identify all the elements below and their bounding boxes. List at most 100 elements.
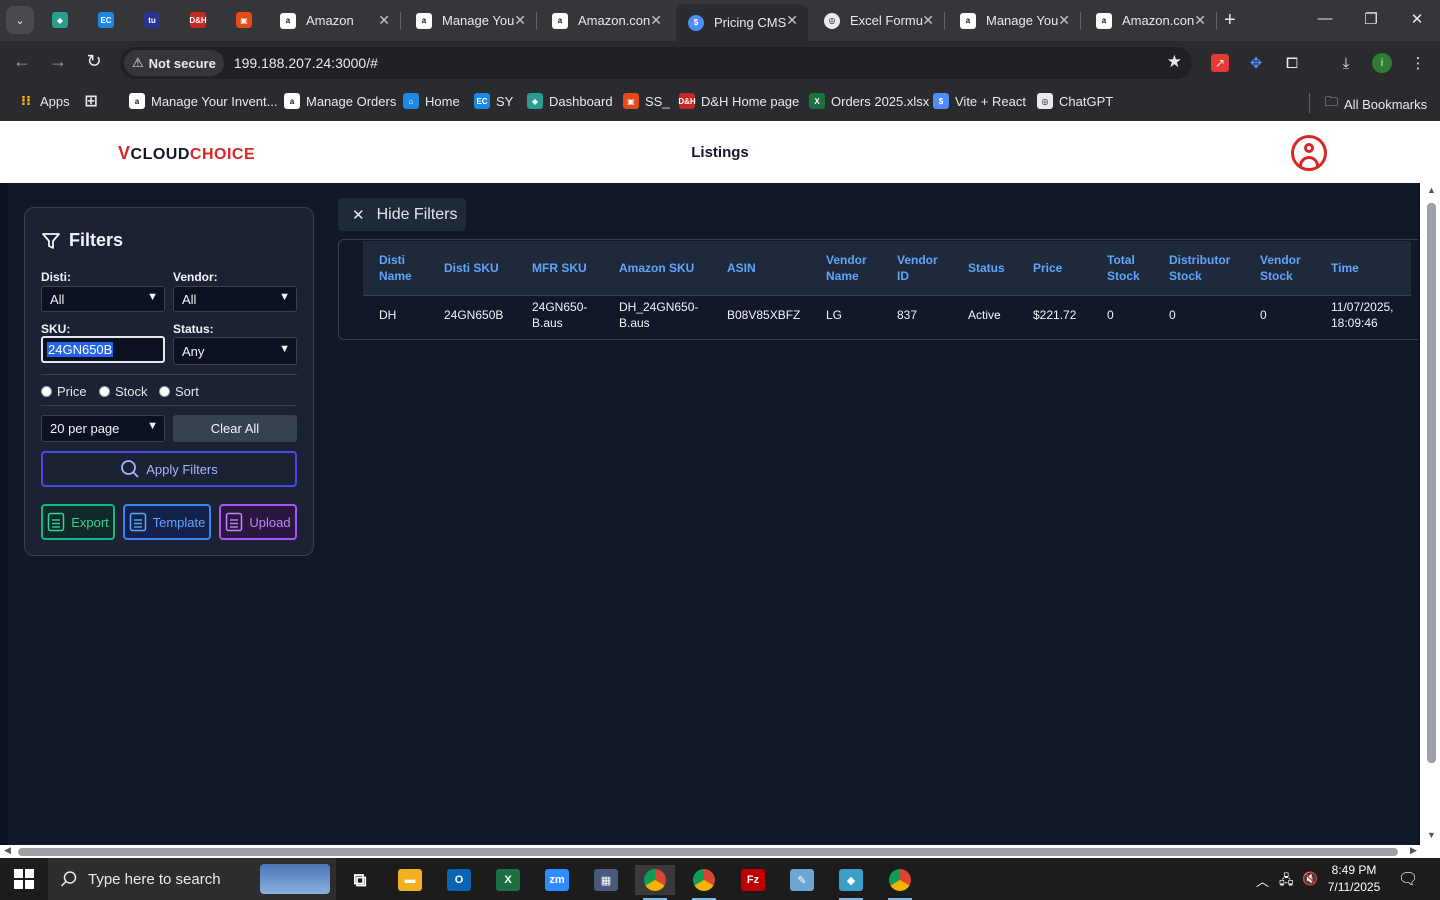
close-tab-icon[interactable]: ✕ (1058, 12, 1070, 29)
restore-button[interactable]: ❐ (1348, 10, 1394, 28)
bookmark-item[interactable]: ◎ ChatGPT (1037, 93, 1113, 109)
taskbar-app[interactable]: ◆ (831, 865, 871, 900)
vertical-scroll-thumb[interactable] (1427, 203, 1436, 763)
scroll-up-arrow-icon[interactable]: ▲ (1427, 185, 1436, 195)
sort-stock-radio[interactable]: Stock (99, 384, 148, 399)
bookmark-star-icon[interactable]: ★ (1167, 52, 1182, 72)
sort-radio[interactable]: Sort (159, 384, 199, 399)
security-chip[interactable]: ⚠ Not secure (124, 50, 224, 76)
user-account-icon[interactable] (1291, 135, 1327, 171)
browser-tab[interactable]: a Amazon.con ✕ (540, 4, 672, 37)
column-header[interactable]: Distributor Stock (1153, 241, 1244, 296)
volume-muted-icon[interactable]: 🔇 (1302, 871, 1318, 887)
reload-button[interactable]: ↻ (82, 51, 106, 72)
tab-search-button[interactable]: ⌄ (6, 6, 34, 34)
bookmark-item[interactable]: ⊞ (83, 93, 105, 110)
horizontal-scrollbar[interactable]: ◀ ▶ (0, 845, 1440, 858)
vertical-scrollbar[interactable]: ▲ ▼ (1420, 183, 1440, 845)
bookmark-item[interactable]: D&H D&H Home page (678, 93, 799, 109)
taskbar-clock[interactable]: 8:49 PM 7/11/2025 (1318, 862, 1390, 896)
pinned-tab[interactable]: D&H (186, 8, 210, 32)
taskbar-app[interactable]: zm (537, 865, 577, 895)
extension-arrow-icon[interactable]: ↗ (1210, 53, 1230, 73)
bookmark-item[interactable]: ◆ Dashboard (527, 93, 613, 109)
radio-circle[interactable] (99, 386, 110, 397)
bookmark-item[interactable]: ⌂ Home (403, 93, 460, 109)
hide-filters-button[interactable]: ✕ Hide Filters (338, 198, 466, 231)
pinned-tab[interactable]: ◆ (48, 8, 72, 32)
close-tab-icon[interactable]: ✕ (786, 12, 798, 29)
tray-chevron-up-icon[interactable]: ︿ (1256, 871, 1269, 890)
address-bar[interactable]: ⚠ Not secure 199.188.207.24:3000/# ★ (120, 47, 1192, 79)
taskbar-app[interactable]: ▦ (586, 865, 626, 895)
apply-filters-button[interactable]: Apply Filters (41, 451, 297, 487)
bookmark-item[interactable]: a Manage Orders (284, 93, 396, 109)
column-header[interactable]: Disti SKU (428, 241, 516, 296)
vendor-select[interactable]: All ▼ (173, 286, 297, 312)
taskbar-app[interactable]: ⧉ (340, 865, 380, 895)
radio-circle[interactable] (41, 386, 52, 397)
bookmark-item[interactable]: a Manage Your Invent... (129, 93, 277, 109)
taskbar-app[interactable]: ✎ (782, 865, 822, 895)
pinned-tab[interactable]: tu (140, 8, 164, 32)
pinned-tab[interactable]: EC (94, 8, 118, 32)
bookmark-item[interactable]: EC SY (474, 93, 513, 109)
scroll-down-arrow-icon[interactable]: ▼ (1427, 830, 1436, 840)
column-header[interactable]: Time (1315, 241, 1411, 296)
column-header[interactable]: MFR SKU (516, 241, 603, 296)
bookmark-item[interactable]: X Orders 2025.xlsx (809, 93, 929, 109)
column-header[interactable]: Total Stock (1091, 241, 1153, 296)
windows-start-icon[interactable] (14, 869, 34, 889)
scroll-right-arrow-icon[interactable]: ▶ (1410, 845, 1417, 856)
new-tab-button[interactable]: + (1224, 9, 1236, 32)
browser-tab[interactable]: $ Pricing CMS ✕ (676, 4, 808, 41)
per-page-select[interactable]: 20 per page ▼ (41, 415, 165, 442)
taskbar-app[interactable]: ▬ (390, 865, 430, 895)
browser-tab[interactable]: a Amazon ✕ (268, 4, 401, 37)
column-header[interactable]: Vendor Stock (1244, 241, 1315, 296)
upload-button[interactable]: Upload (219, 504, 297, 540)
bookmark-item[interactable]: ▣ SS_ (623, 93, 670, 109)
close-window-button[interactable]: ✕ (1394, 10, 1440, 28)
column-header[interactable]: Price (1017, 241, 1091, 296)
sku-input[interactable]: 24GN650B (41, 336, 165, 363)
radio-circle[interactable] (159, 386, 170, 397)
close-tab-icon[interactable]: ✕ (1194, 12, 1206, 29)
status-select[interactable]: Any ▼ (173, 337, 297, 365)
forward-button[interactable]: → (46, 51, 70, 72)
column-header[interactable]: ASIN (711, 241, 810, 296)
taskbar-app[interactable] (684, 865, 724, 900)
browser-tab[interactable]: a Manage You ✕ (948, 4, 1081, 37)
taskbar-app[interactable] (880, 865, 920, 900)
browser-tab[interactable]: ◎ Excel Formu ✕ (812, 4, 945, 37)
menu-kebab-icon[interactable]: ⋮ (1408, 53, 1428, 73)
table-row[interactable]: DH 24GN650B 24GN650- B.aus DH_24GN650- B.aus B… (363, 295, 1411, 335)
taskbar-search-box[interactable]: Type here to search (48, 858, 336, 900)
back-button[interactable]: ← (10, 51, 34, 72)
export-button[interactable]: Export (41, 504, 115, 540)
column-header[interactable]: Amazon SKU (603, 241, 711, 296)
download-icon[interactable]: ⤓ (1336, 53, 1356, 73)
bookmark-item[interactable]: ⁝⁝ Apps (18, 93, 70, 109)
profile-avatar-icon[interactable]: i (1372, 53, 1392, 73)
extensions-icon[interactable]: ⧠ (1282, 53, 1302, 73)
browser-tab[interactable]: a Amazon.con ✕ (1084, 4, 1217, 37)
column-header[interactable]: Vendor Name (810, 241, 881, 296)
taskbar-app[interactable] (635, 865, 675, 900)
disti-select[interactable]: All ▼ (41, 286, 165, 312)
minimize-button[interactable]: — (1302, 10, 1348, 27)
clear-all-button[interactable]: Clear All (173, 415, 297, 442)
extension-puzzle-blue-icon[interactable]: ✥ (1246, 53, 1266, 73)
close-tab-icon[interactable]: ✕ (514, 12, 526, 29)
all-bookmarks-button[interactable]: 🗀 All Bookmarks (1325, 93, 1427, 115)
close-tab-icon[interactable]: ✕ (650, 12, 662, 29)
taskbar-app[interactable]: Fz (733, 865, 773, 895)
horizontal-scroll-thumb[interactable] (18, 848, 1398, 856)
scroll-left-arrow-icon[interactable]: ◀ (4, 845, 11, 856)
sort-price-radio[interactable]: Price (41, 384, 87, 399)
template-button[interactable]: Template (123, 504, 211, 540)
taskbar-app[interactable]: O (439, 865, 479, 895)
notifications-icon[interactable]: 🗨 (1398, 869, 1418, 889)
browser-tab[interactable]: a Manage You ✕ (404, 4, 537, 37)
column-header[interactable]: Vendor ID (881, 241, 952, 296)
